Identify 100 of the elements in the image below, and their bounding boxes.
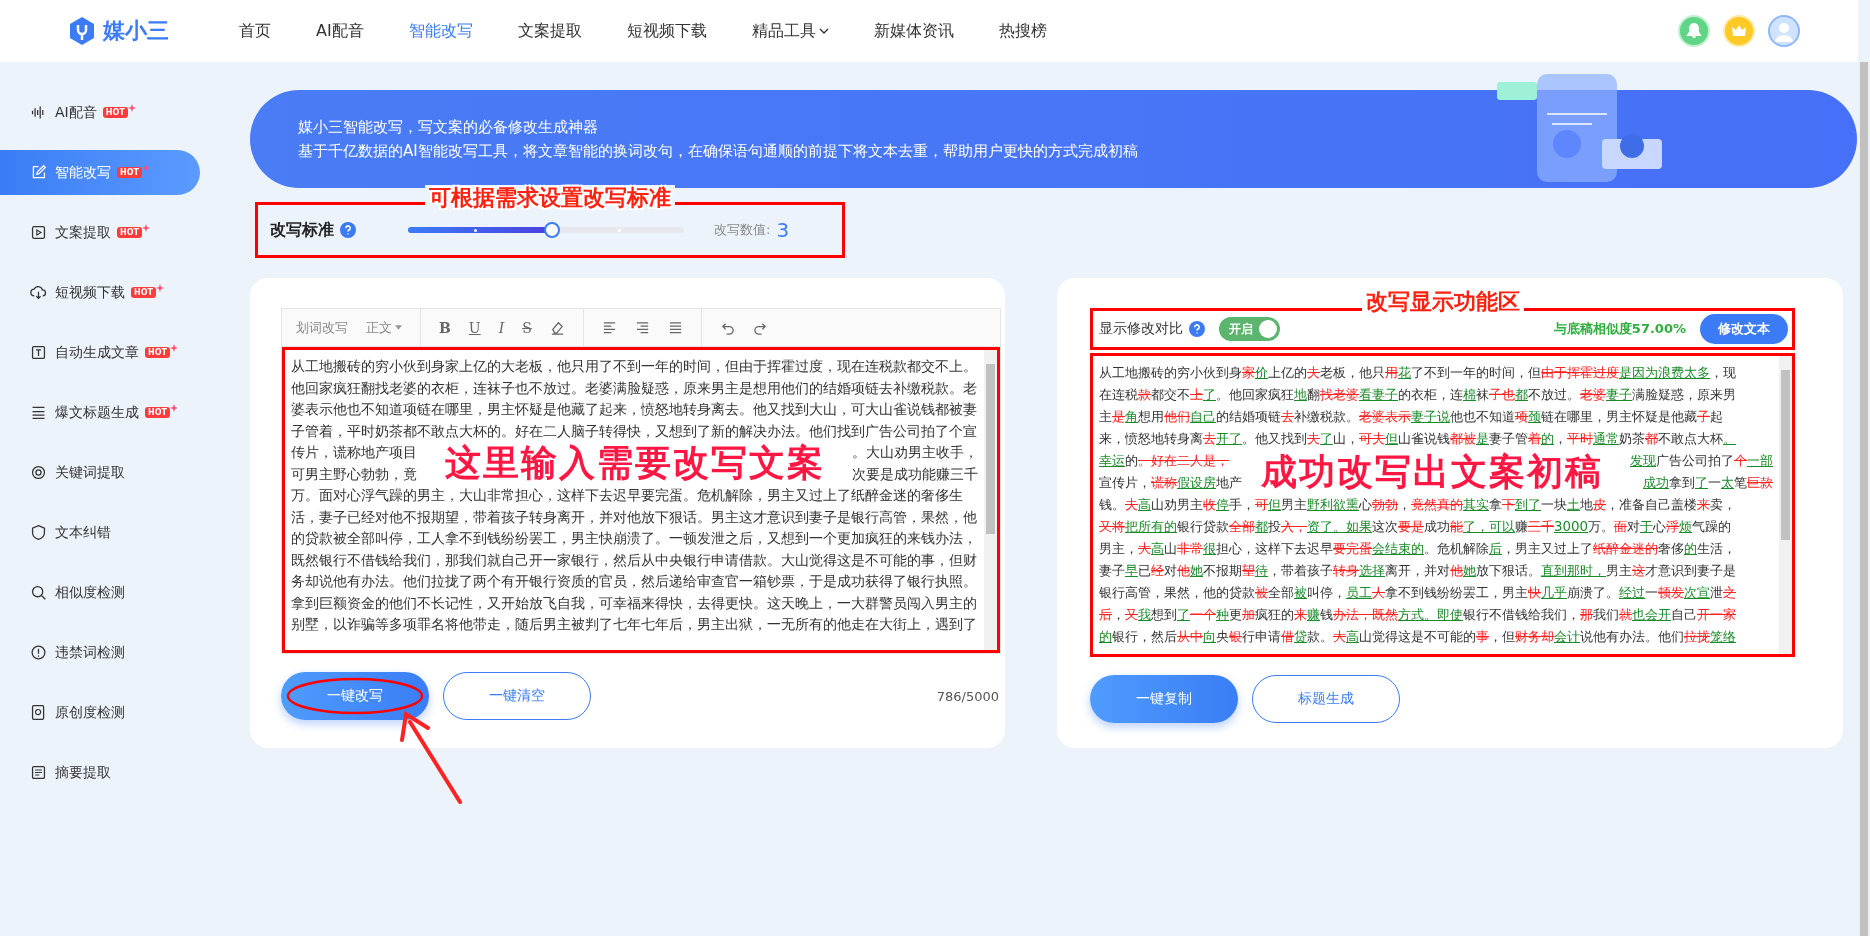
- sidebar-item[interactable]: 智能改写 HOT: [0, 150, 200, 195]
- summary-icon: [30, 764, 47, 781]
- avatar-icon[interactable]: [1768, 15, 1800, 47]
- sparkle-icon: [155, 283, 164, 292]
- source-text-line: 活，妻子已经对他不报期望，带着孩子转身离开，并对他放下狠话。男主这才意识到妻子是银行高管，果然，他: [291, 507, 978, 527]
- sidebar-item-label: 文案提取: [55, 223, 111, 242]
- align-left-icon[interactable]: [601, 320, 617, 335]
- list-icon: [30, 404, 47, 421]
- nav-link[interactable]: 首页: [239, 20, 271, 42]
- sparkle-icon: [141, 223, 150, 232]
- source-text-line: 务却说他有办法。他们拉拢了两个有开银行资质的官员，然后递给审查官一箱钞票，于是成功获得了银行执照。: [291, 572, 978, 591]
- sidebar-item[interactable]: 原创度检测: [0, 690, 200, 735]
- sidebar-item-label: 短视频下载: [55, 283, 125, 302]
- sparkle-icon: [127, 103, 136, 112]
- rewritten-text-line: 的银行，然后从中向央银行申请借贷款。大高山觉得这是不可能的事，但财务却会计说他有办法。他们拉拢笼络: [1099, 628, 1737, 646]
- help-icon[interactable]: [1189, 321, 1205, 337]
- format-button[interactable]: B: [439, 319, 451, 336]
- sidebar-item[interactable]: 关键词提取: [0, 450, 200, 495]
- nav-link[interactable]: 新媒体资讯: [873, 20, 954, 42]
- hot-badge: HOT: [117, 167, 142, 178]
- nav-link[interactable]: 精品工具: [751, 20, 829, 42]
- rewritten-text-line: 成功拿到了一太笔巨款: [1643, 474, 1773, 492]
- annotation-label: 成功改写出文案初稿: [1261, 452, 1603, 492]
- logo-text[interactable]: 媒小三: [103, 16, 169, 46]
- align-right-icon[interactable]: [634, 320, 650, 335]
- sidebar-item-label: AI配音: [55, 103, 97, 122]
- rewritten-text-line: 来，愤怒地转身离去开了。他又找到夫了 山，可夫但山雀说钱都被是妻子管着的，平时通常奶茶都不敢点大杯。: [1099, 430, 1737, 448]
- compare-label: 显示修改对比: [1099, 320, 1183, 338]
- sidebar-item[interactable]: 摘要提取: [0, 750, 200, 795]
- source-text-field[interactable]: [282, 347, 1000, 653]
- caret-icon[interactable]: [395, 325, 402, 330]
- warning-icon: [30, 644, 47, 661]
- nav-link[interactable]: AI配音: [316, 20, 364, 42]
- hot-badge: HOT: [117, 227, 142, 238]
- source-text-line: 婆表示他也不知道项链在哪里，男主怀疑是他藏了起来，愤怒地转身离去。他又找到大山，可大山雀说钱都被妻: [291, 400, 978, 419]
- source-text-line: 。大山劝男主收手，: [852, 443, 978, 462]
- clear-button[interactable]: 一键清空: [443, 672, 591, 720]
- sidebar-item-label: 原创度检测: [55, 703, 125, 722]
- rewritten-text-line: 主是角想用他们自己的结婚项链去补缴税款。老婆表示妻子说他也不知道项颈链在哪里，男主怀疑是他藏子起: [1099, 408, 1724, 426]
- rewritten-text-line: 银行高管，果然，他的贷款被全部被叫停，员工人拿不到钱纷纷罢工，男主快几乎崩溃了。经过一顿发次宣泄之: [1099, 584, 1737, 602]
- source-text-line: 既然银行不借钱给我们，那我们就自己开一家银行，然后从中央银行申请借款。大山觉得这是不可能的事，但财: [291, 550, 978, 570]
- eraser-icon[interactable]: [549, 320, 565, 335]
- sidebar-item-label: 文本纠错: [55, 523, 111, 542]
- sidebar-item[interactable]: 相似度检测: [0, 570, 200, 615]
- format-button[interactable]: S: [522, 319, 532, 336]
- rewrite-standard-label: 改写标准: [270, 219, 334, 241]
- sidebar-item[interactable]: AI配音 HOT: [0, 90, 200, 135]
- sidebar-item[interactable]: 短视频下载 HOT: [0, 270, 200, 315]
- sidebar-item[interactable]: 自动生成文章 HOT: [0, 330, 200, 375]
- source-text-line: 从工地搬砖的穷小伙到身家上亿的大老板，他只用了不到一年的时间，但由于挥霍过度，现在连税款都交不上。: [291, 357, 978, 376]
- nav-link[interactable]: 文案提取: [517, 20, 582, 42]
- format-button[interactable]: I: [498, 319, 505, 336]
- sidebar-item[interactable]: 爆文标题生成 HOT: [0, 390, 200, 435]
- title-generate-button[interactable]: 标题生成: [1252, 675, 1400, 723]
- source-text-line: 的贷款被全部叫停，工人拿不到钱纷纷罢工，男主快崩溃了。一顿发泄之后，又想到一个更加疯狂的来钱办法，: [291, 529, 978, 548]
- sidebar-item[interactable]: 文案提取 HOT: [0, 210, 200, 255]
- scrollbar[interactable]: [984, 350, 997, 650]
- target-icon: [30, 464, 47, 481]
- logo-icon[interactable]: [67, 16, 97, 46]
- nav-link[interactable]: 短视频下载: [626, 20, 707, 42]
- sidebar-item[interactable]: 文本纠错: [0, 510, 200, 555]
- hot-badge: HOT: [102, 107, 128, 118]
- source-text-line: 别墅，以诈骗等多项罪名将他带走，随后男主被判了七年七年后，男主出狱，一无所有的他走在大街上，遇到了: [291, 615, 978, 634]
- source-text-line: 他回家疯狂翻找老婆的衣柜，连袜子也不放过。老婆满脸疑惑，原来男主是想用他们的结婚项链去补缴税款。老: [291, 378, 978, 398]
- annotation-label: 改写显示功能区: [1361, 289, 1524, 315]
- sidebar-item-label: 爆文标题生成: [55, 403, 139, 422]
- banner-subtitle: 基于千亿数据的AI智能改写工具，将文章智能的换词改句，在确保语句通顺的前提下将文本去重，帮助用户更快的方式完成初稿: [298, 141, 1138, 162]
- sidebar-item-label: 智能改写: [55, 163, 111, 182]
- search-icon: [30, 584, 47, 601]
- sidebar-item-label: 违禁词检测: [55, 643, 125, 662]
- source-text-line: 可男主野心勃勃，竟: [291, 464, 417, 484]
- sidebar-item-label: 相似度检测: [55, 583, 125, 602]
- rewritten-text-line: 从工地搬砖的穷小伙到身家价上亿的夫老板，他只用花了不到一年的时间，但由于挥霍过度是因为浪费太多，现: [1099, 364, 1737, 382]
- nav-link[interactable]: 热搜榜: [998, 20, 1047, 42]
- align-justify-icon[interactable]: [667, 320, 683, 335]
- help-icon[interactable]: [340, 222, 356, 238]
- source-text-line: 子管着，平时奶茶都不敢点大杯的。好在二人脑子转得快，又想到了新的解决办法。他们找到广告公司拍了个宣: [291, 421, 978, 441]
- hot-badge: HOT: [131, 287, 156, 298]
- rewrite-value-label: 改写数值:: [714, 221, 771, 239]
- edit-text-button[interactable]: 修改文本: [1700, 314, 1788, 344]
- scrollbar[interactable]: [1858, 62, 1870, 936]
- annotation-label: 可根据需求设置改写标准: [425, 185, 675, 211]
- source-text-line: 拿到巨额资金的他们不长记性，又开始放飞自我，可幸福来得快，去得更快。这天晚上，一大群警员闯入男主的: [291, 593, 978, 613]
- sidebar-item[interactable]: 违禁词检测: [0, 630, 200, 675]
- rewritten-text-line: 又将把所有的银行贷款全部都投入，资了。如果这次要是成功能了，可以赚三千3000万。面对于心浮烦气躁的: [1099, 518, 1733, 536]
- word-rewrite-button[interactable]: 划词改写: [296, 318, 348, 337]
- hot-badge: HOT: [145, 347, 170, 358]
- sparkle-icon: [141, 163, 150, 172]
- character-count: 786/5000: [936, 688, 999, 704]
- source-text-line: 传片，谎称地产项目: [291, 443, 417, 462]
- sidebar-item-label: 自动生成文章: [55, 343, 139, 362]
- rewrite-value: 3: [776, 218, 790, 242]
- paragraph-style-dropdown[interactable]: 正文: [366, 318, 402, 337]
- slider-thumb[interactable]: [544, 222, 560, 238]
- banner-title: 媒小三智能改写，写文案的必备修改生成神器: [298, 117, 599, 138]
- nav-link[interactable]: 智能改写: [408, 20, 473, 42]
- edit-icon: [30, 164, 47, 181]
- format-button[interactable]: U: [468, 319, 481, 336]
- scrollbar[interactable]: [1779, 356, 1792, 654]
- rewritten-text-line: 后，又我想到了一个种更加疯狂的来赚钱办法，既然方式。即使银行不借钱给我们，那我们就也会开自己开一家: [1099, 606, 1737, 624]
